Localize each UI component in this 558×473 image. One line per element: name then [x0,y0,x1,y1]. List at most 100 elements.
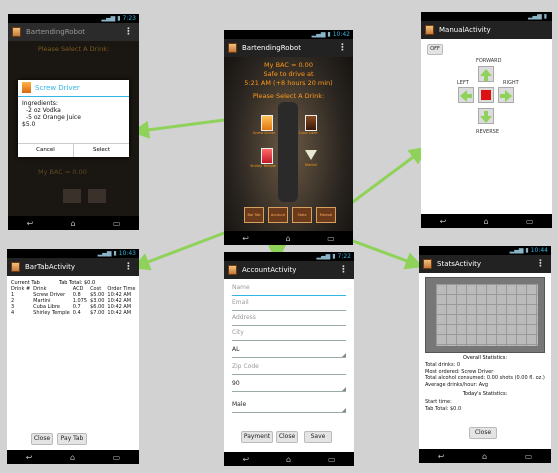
recents-icon[interactable]: ▭ [525,452,533,461]
tab-table: Drink # Drink ACD Cost Order Time 1 Screw… [11,286,138,316]
gender-select[interactable]: Male [232,398,346,413]
address-field[interactable]: Address [232,311,346,326]
app-icon [228,43,237,53]
arrow-right-icon [500,90,512,102]
action-bar: BartendingRobot ⋮ [8,23,139,41]
stop-button[interactable] [478,87,494,103]
activity-title: BarTabActivity [25,263,75,271]
bartab-screen: ▂▄▆ ▮ 10:43 BarTabActivity ⋮ Current Tab … [7,249,139,464]
drink-prompt: Please Select A Drink: [37,45,110,53]
cubalibre-glass-icon [305,115,317,131]
app-icon [425,25,434,35]
recents-icon[interactable]: ▭ [328,455,336,464]
manual-content: OFF FORWARD LEFT RIGHT REVERSE [421,39,552,214]
overall-heading: Overall Statistics: [463,355,507,361]
bac-text: My BAC = 0.00 [264,61,313,69]
email-field[interactable]: Email [232,296,346,311]
state-select[interactable]: AL [232,343,346,358]
dropdown-icon [342,408,346,412]
status-bar: ▂▄▆ ▮ 10:43 [7,249,139,258]
back-icon[interactable]: ↩ [440,217,447,226]
drink-button-shirleytemple[interactable]: Shirley Temple [250,148,276,172]
save-button[interactable]: Save [304,431,332,443]
background-drink-icon [88,189,106,203]
dialog-screen: ▂▄▆ ▮ 7:23 BartendingRobot ⋮ Please Selec… [8,14,139,230]
stats-button[interactable]: Stats [292,207,312,223]
background-drink-icon [63,189,81,203]
drink-button-screwdriver[interactable]: Screw Driver [253,115,276,139]
bartab-button[interactable]: Bar Tab [244,207,264,223]
account-button[interactable]: Account [268,207,288,223]
home-icon[interactable]: ⌂ [484,217,489,226]
ingredients-heading: Ingredients: [22,100,58,107]
right-button[interactable] [498,87,514,103]
recents-icon[interactable]: ▭ [327,234,335,243]
home-icon[interactable]: ⌂ [286,455,291,464]
pay-tab-button[interactable]: Pay Tab [57,433,87,445]
payment-button[interactable]: Payment [241,431,273,443]
close-button[interactable]: Close [276,431,298,443]
stats-content: Overall Statistics: Total drinks: 0 Most… [419,273,551,449]
account-form: Name Email Address City AL Zip Code 90 M… [224,279,354,452]
nav-bar: ↩ ⌂ ▭ [224,231,353,245]
app-icon [423,259,432,269]
overflow-menu-icon[interactable]: ⋮ [339,261,348,279]
back-icon[interactable]: ↩ [26,453,33,462]
overflow-menu-icon[interactable]: ⋮ [124,23,133,41]
activity-title: ManualActivity [439,26,491,34]
back-icon[interactable]: ↩ [438,452,445,461]
back-icon[interactable]: ↩ [27,219,34,228]
name-field[interactable]: Name [232,281,346,296]
alcohol-consumed: Total alcohol consumed: 0.00 shots (0.00… [425,375,545,381]
table-row: 4 Shirley Temple 0.4 $7.00 10:42 AM [11,310,132,316]
action-bar: BarTabActivity ⋮ [7,258,139,276]
app-title: BartendingRobot [26,28,86,36]
activity-title: AccountActivity [242,266,297,274]
home-icon[interactable]: ⌂ [482,452,487,461]
recents-icon[interactable]: ▭ [113,219,121,228]
drink-price: $5.0 [22,121,36,128]
robot-pipe [278,102,298,202]
nav-bar: ↩ ⌂ ▭ [7,450,139,464]
overflow-menu-icon[interactable]: ⋮ [338,39,347,57]
overflow-menu-icon[interactable]: ⋮ [536,255,545,273]
close-button[interactable]: Close [469,427,497,439]
main-screen: ▂▄▆ ▮ 10:42 BartendingRobot ⋮ My BAC = 0.… [224,30,353,245]
reverse-label: REVERSE [476,129,500,135]
home-icon[interactable]: ⌂ [286,234,291,243]
city-field[interactable]: City [232,326,346,341]
home-icon[interactable]: ⌂ [70,453,75,462]
safe-text: Safe to drive at [263,70,314,78]
cancel-button[interactable]: Cancel [18,144,74,157]
reverse-button[interactable] [478,108,494,124]
select-button[interactable]: Select [74,144,129,157]
action-bar: StatsActivity ⋮ [419,255,551,273]
overflow-menu-icon[interactable]: ⋮ [124,258,133,276]
close-button[interactable]: Close [31,433,53,445]
recents-icon[interactable]: ▭ [526,217,534,226]
back-icon[interactable]: ↩ [242,455,249,464]
manual-screen: ▂▄▆ ▮ ManualActivity OFF FORWARD LEFT RI… [421,12,552,228]
back-icon[interactable]: ↩ [242,234,249,243]
manual-button[interactable]: Manual [316,207,336,223]
nav-bar: ↩ ⌂ ▭ [421,214,552,228]
recents-icon[interactable]: ▭ [113,453,121,462]
power-toggle[interactable]: OFF [427,44,443,55]
graph-plot-area [436,284,538,346]
drink-button-cubalibre[interactable]: Cuba Libre [299,115,320,139]
drink-button-martini[interactable]: Martini [302,148,320,172]
zip-field[interactable]: Zip Code [232,360,346,375]
arrow-left-icon [460,90,472,102]
app-icon [11,262,20,272]
nav-bar: ↩ ⌂ ▭ [224,452,354,466]
action-bar: AccountActivity ⋮ [224,261,354,279]
stop-icon [481,90,491,100]
nav-bar: ↩ ⌂ ▭ [419,449,551,463]
weight-select[interactable]: 90 [232,377,346,392]
dialog-title: Screw Driver [35,84,80,92]
forward-button[interactable] [478,66,494,82]
status-bar: ▂▄▆ ▮ 7:23 [8,14,139,23]
left-button[interactable] [458,87,474,103]
home-icon[interactable]: ⌂ [71,219,76,228]
status-bar: ▂▄▆ ▮ 7:22 [224,252,354,261]
